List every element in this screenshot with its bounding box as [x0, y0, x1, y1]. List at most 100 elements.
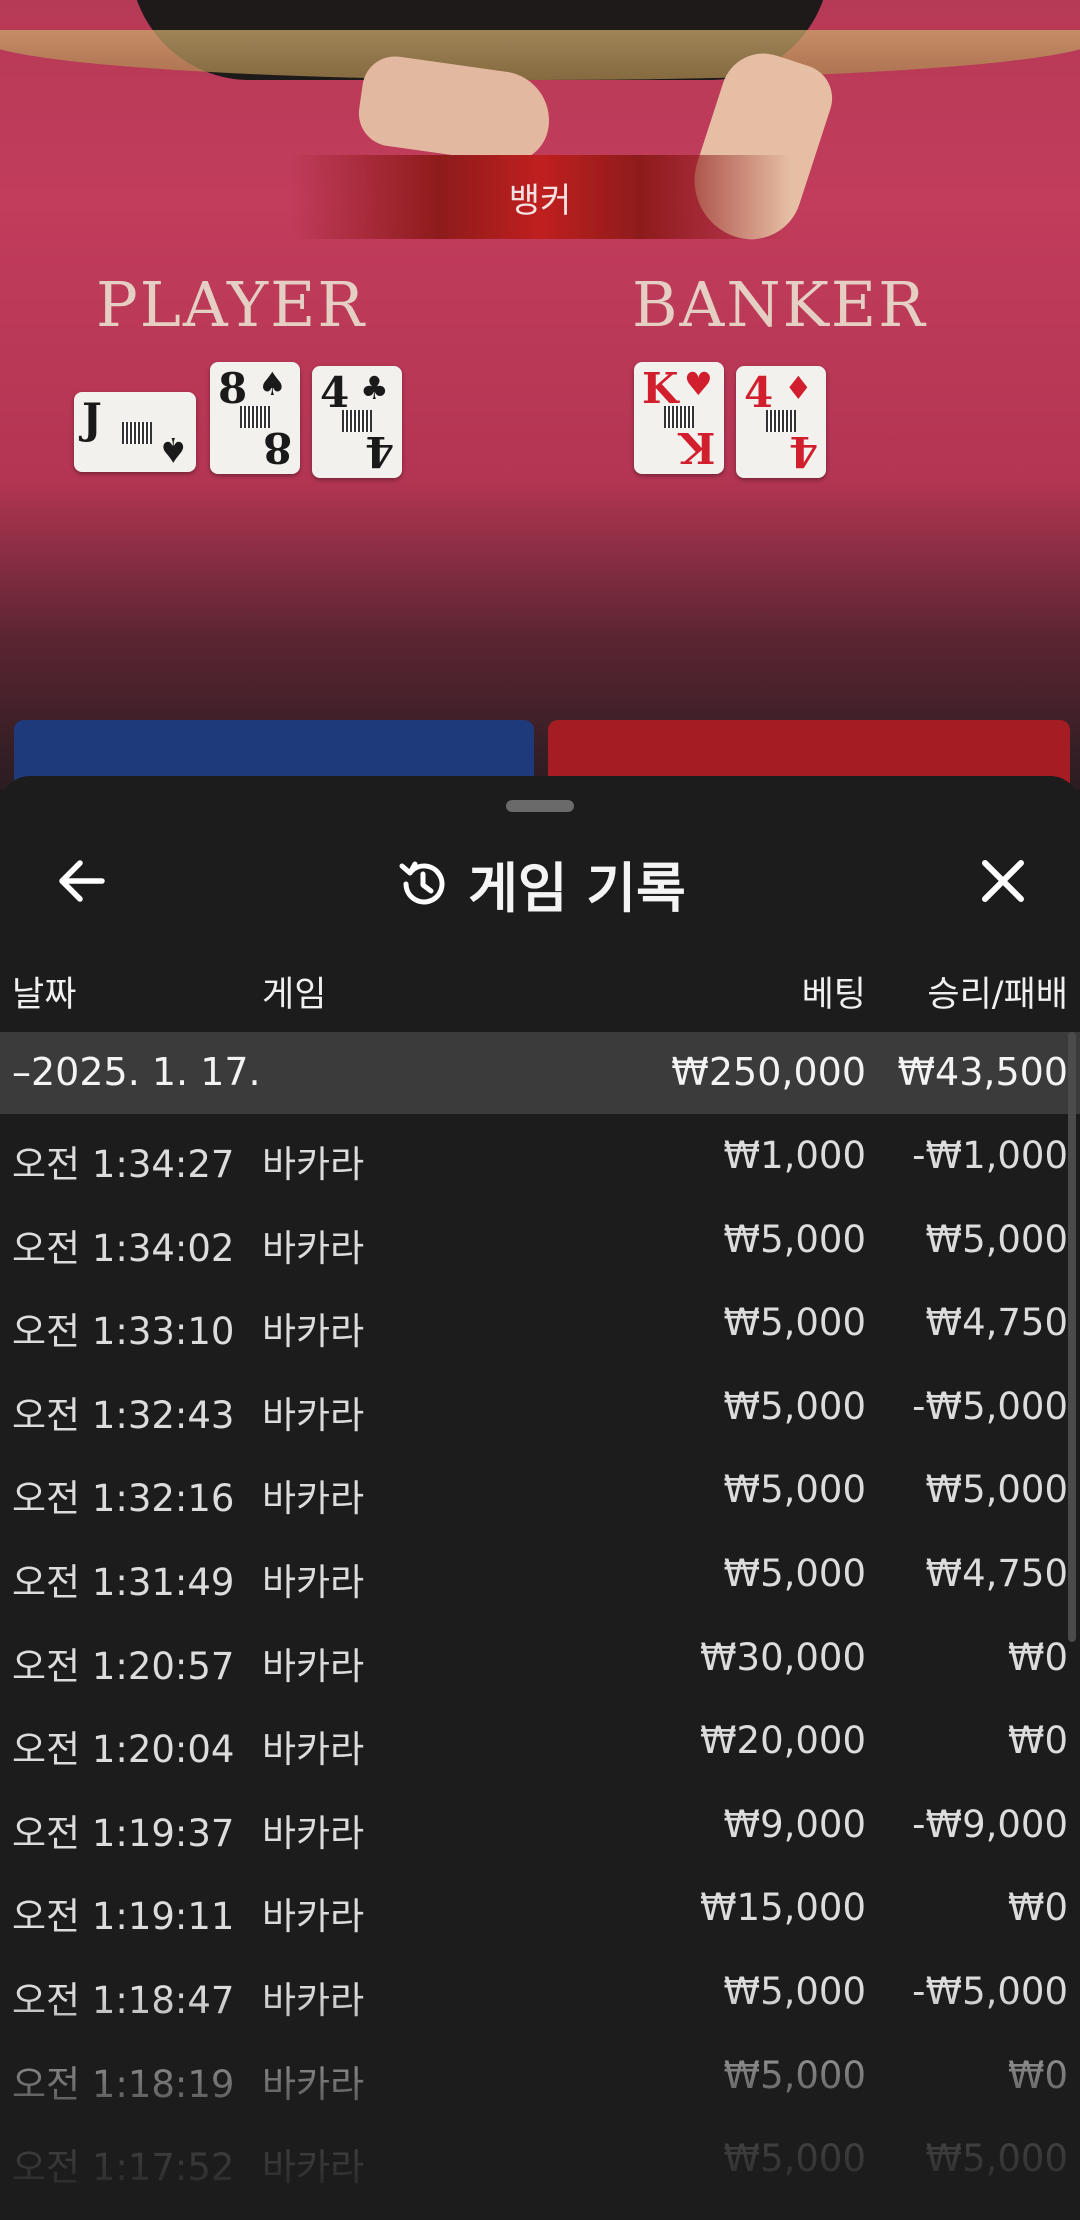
row-game: 바카라	[262, 1143, 365, 1186]
card-rank-bottom: 4	[788, 427, 818, 476]
row-time: 오전 1:32:43	[12, 1393, 235, 1437]
row-time: 오전 1:18:19	[12, 2062, 235, 2106]
row-game: 바카라	[262, 1393, 365, 1437]
card-rank-bottom: 8	[262, 423, 292, 472]
row-game: 바카라	[262, 1895, 365, 1939]
row-win-loss: ₩0	[1007, 1886, 1068, 1930]
row-game: 바카라	[262, 1978, 365, 2022]
result-label: 뱅커	[508, 180, 572, 221]
row-game: 바카라	[262, 1644, 365, 1688]
scrollbar[interactable]	[1068, 1032, 1076, 1642]
card-suit: ♠	[258, 365, 287, 403]
live-table-video: 뱅커 PLAYER BANKER J ♠ 8 ♠ 8 4 ♣ 4 K ♥ K 4…	[0, 0, 1080, 790]
row-bet: ₩5,000	[723, 1384, 866, 1428]
sheet-drag-handle[interactable]	[506, 800, 574, 812]
row-win-loss: ₩5,000	[925, 1468, 1068, 1512]
result-banner: 뱅커	[290, 155, 790, 239]
close-icon	[982, 860, 1024, 902]
row-game: 바카라	[262, 1811, 365, 1855]
row-win-loss: -₩5,000	[912, 1384, 1068, 1428]
history-row[interactable]: 오전 1:34:02 바카라 ₩5,000 ₩5,000	[0, 1198, 1080, 1282]
column-bet: 베팅	[801, 975, 866, 1015]
table-rail	[0, 30, 1080, 80]
card-suit: ♦	[784, 369, 813, 407]
sheet-title-group: 게임 기록	[0, 844, 1080, 923]
banker-card-2: 4 ♦ 4	[736, 366, 826, 478]
card-rank: K	[642, 364, 679, 413]
row-bet: ₩9,000	[723, 1802, 866, 1846]
close-button[interactable]	[968, 846, 1038, 916]
history-row[interactable]: 오전 1:33:10 바카라 ₩5,000 ₩4,750	[0, 1281, 1080, 1365]
row-bet: ₩5,000	[723, 1468, 866, 1512]
history-row[interactable]: 오전 1:18:47 바카라 ₩5,000 -₩5,000	[0, 1950, 1080, 2034]
card-rank: J	[82, 394, 102, 443]
row-win-loss: ₩0	[1007, 1719, 1068, 1763]
player-label: PLAYER	[96, 268, 367, 341]
row-win-loss: ₩5,000	[925, 1217, 1068, 1261]
column-win-loss: 승리/패배	[927, 975, 1068, 1015]
history-row[interactable]: 오전 1:32:43 바카라 ₩5,000 -₩5,000	[0, 1365, 1080, 1449]
card-rank: 4	[320, 368, 350, 417]
row-time: 오전 1:34:27	[12, 1143, 235, 1186]
row-game: 바카라	[262, 1226, 365, 1270]
history-row[interactable]: 오전 1:34:27 바카라 ₩1,000 -₩1,000	[0, 1114, 1080, 1198]
row-time: 오전 1:20:04	[12, 1728, 235, 1772]
sheet-title: 게임 기록	[468, 857, 686, 920]
row-time: 오전 1:34:02	[12, 1226, 235, 1270]
card-barcode	[122, 422, 152, 444]
history-list: 오전 1:34:27 바카라 ₩1,000 -₩1,000 오전 1:34:02 바카라 ₩…	[0, 1114, 1080, 2201]
row-time: 오전 1:33:10	[12, 1310, 235, 1354]
row-bet: ₩1,000	[723, 1134, 866, 1177]
card-suit: ♣	[360, 369, 389, 407]
game-history-sheet: 게임 기록 날짜 게임 베팅 승리/패배 –2025. 1. 17. ₩250,…	[0, 776, 1080, 2220]
row-bet: ₩5,000	[723, 1969, 866, 2013]
row-win-loss: ₩5,000	[925, 2137, 1068, 2181]
row-win-loss: ₩4,750	[925, 1551, 1068, 1595]
card-rank: 4	[744, 368, 774, 417]
row-time: 오전 1:17:52	[12, 2146, 235, 2190]
history-row[interactable]: 오전 1:18:19 바카라 ₩5,000 ₩0	[0, 2034, 1080, 2118]
row-win-loss: ₩0	[1007, 2053, 1068, 2097]
row-win-loss: ₩4,750	[925, 1301, 1068, 1345]
row-win-loss: -₩5,000	[912, 1969, 1068, 2013]
summary-date: –2025. 1. 17.	[12, 1050, 261, 1094]
row-game: 바카라	[262, 1560, 365, 1604]
row-game: 바카라	[262, 2146, 365, 2190]
player-card-1: J ♠	[74, 392, 196, 472]
history-row[interactable]: 오전 1:32:16 바카라 ₩5,000 ₩5,000	[0, 1448, 1080, 1532]
row-game: 바카라	[262, 1310, 365, 1354]
table-header: 날짜 게임 베팅 승리/패배	[0, 948, 1080, 1028]
history-row[interactable]: 오전 1:31:49 바카라 ₩5,000 ₩4,750	[0, 1532, 1080, 1616]
sheet-header: 게임 기록	[0, 826, 1080, 936]
row-bet: ₩15,000	[699, 1886, 866, 1930]
column-date: 날짜	[12, 975, 77, 1015]
card-suit: ♥	[684, 365, 713, 403]
player-card-3: 4 ♣ 4	[312, 366, 402, 478]
banker-label: BANKER	[632, 268, 927, 341]
row-win-loss: ₩0	[1007, 1635, 1068, 1679]
history-row[interactable]: 오전 1:19:11 바카라 ₩15,000 ₩0	[0, 1866, 1080, 1950]
row-bet: ₩5,000	[723, 2137, 866, 2181]
row-time: 오전 1:20:57	[12, 1644, 235, 1688]
card-rank: 8	[218, 364, 248, 413]
row-time: 오전 1:18:47	[12, 1978, 235, 2022]
history-row[interactable]: 오전 1:19:37 바카라 ₩9,000 -₩9,000	[0, 1783, 1080, 1867]
history-icon	[399, 861, 445, 904]
card-suit: ♠	[157, 429, 188, 469]
history-row[interactable]: 오전 1:20:04 바카라 ₩20,000 ₩0	[0, 1699, 1080, 1783]
banker-card-1: K ♥ K	[634, 362, 724, 474]
row-bet: ₩5,000	[723, 1217, 866, 1261]
card-rank-bottom: 4	[364, 427, 394, 476]
history-row[interactable]: 오전 1:17:52 바카라 ₩5,000 ₩5,000	[0, 2117, 1080, 2201]
player-card-2: 8 ♠ 8	[210, 362, 300, 474]
row-game: 바카라	[262, 1477, 365, 1521]
row-game: 바카라	[262, 1728, 365, 1772]
date-summary-row[interactable]: –2025. 1. 17. ₩250,000 ₩43,500	[0, 1032, 1080, 1114]
row-bet: ₩5,000	[723, 1301, 866, 1345]
row-time: 오전 1:19:11	[12, 1895, 235, 1939]
row-win-loss: -₩9,000	[912, 1802, 1068, 1846]
row-time: 오전 1:32:16	[12, 1477, 235, 1521]
row-game: 바카라	[262, 2062, 365, 2106]
history-row[interactable]: 오전 1:20:57 바카라 ₩30,000 ₩0	[0, 1616, 1080, 1700]
row-time: 오전 1:31:49	[12, 1560, 235, 1604]
